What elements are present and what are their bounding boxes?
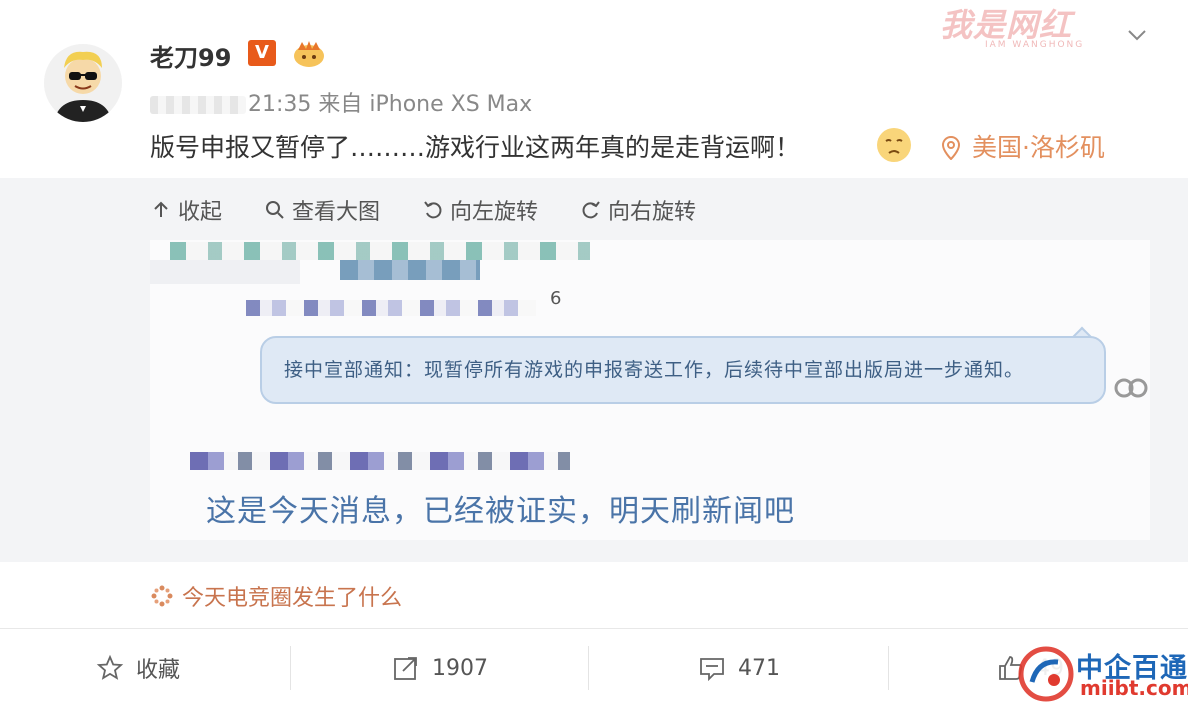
location-label: 美国·洛杉矶 — [972, 133, 1105, 162]
favorite-button[interactable]: 收藏 — [96, 648, 180, 688]
mosaic-row-1b — [340, 260, 480, 280]
rotate-left-label: 向左旋转 — [450, 200, 539, 225]
repost-count: 1907 — [432, 655, 488, 681]
action-separator — [888, 646, 889, 690]
post-time[interactable]: 21:35 — [248, 92, 311, 117]
avatar-illustration — [44, 44, 122, 122]
rotate-left-icon — [424, 201, 442, 219]
avatar[interactable] — [44, 44, 122, 122]
collapse-button[interactable]: 收起 — [150, 194, 222, 226]
mosaic-row-1 — [170, 242, 590, 260]
star-icon — [96, 654, 124, 680]
post-image[interactable]: 6 接中宣部通知：现暂停所有游戏的申报寄送工作，后续待中宣部出版局进一步通知。 … — [150, 240, 1150, 540]
mosaic-row-2 — [246, 300, 536, 316]
view-large-button[interactable]: 查看大图 — [264, 194, 380, 226]
view-large-label: 查看大图 — [292, 200, 381, 225]
corner-digit: 6 — [550, 288, 562, 309]
site-watermark-en: miibt.com — [1080, 676, 1188, 700]
topic-sparkle-icon — [151, 585, 173, 607]
divider — [0, 628, 1188, 629]
image-toolbar: 收起 查看大图 向左旋转 向右旋转 — [150, 194, 738, 226]
sad-emoji-icon — [877, 128, 911, 162]
top-watermark-sub: IAM WANGHONG — [985, 40, 1085, 50]
rotate-right-icon — [582, 201, 600, 219]
rotate-right-label: 向右旋转 — [608, 200, 697, 225]
favorite-label: 收藏 — [136, 658, 181, 683]
rotate-left-button[interactable]: 向左旋转 — [422, 194, 538, 226]
blurred-date — [150, 96, 246, 114]
author-name[interactable]: 老刀99 — [150, 38, 231, 73]
action-separator — [290, 646, 291, 690]
post-meta: 21:35 来自 iPhone XS Max — [150, 86, 532, 118]
topic-label: 今天电竞圈发生了什么 — [182, 586, 403, 611]
verified-badge-icon: V — [248, 40, 276, 66]
site-watermark-logo-icon — [1018, 646, 1074, 702]
repost-button[interactable]: 1907 — [392, 648, 488, 688]
comment-icon — [700, 658, 724, 682]
chevron-down-icon[interactable] — [1124, 22, 1150, 48]
comment-count: 471 — [738, 655, 780, 681]
link-icon — [1114, 378, 1148, 398]
collapse-icon — [154, 201, 168, 217]
repost-icon — [394, 657, 417, 680]
mosaic-row-1c — [150, 260, 300, 284]
crown-badge-icon[interactable] — [292, 40, 326, 68]
post-location[interactable]: 美国·洛杉矶 — [942, 128, 1105, 164]
chat-bubble: 接中宣部通知：现暂停所有游戏的申报寄送工作，后续待中宣部出版局进一步通知。 — [260, 336, 1106, 404]
topic-link[interactable]: 今天电竞圈发生了什么 — [150, 580, 402, 612]
action-separator — [588, 646, 589, 690]
mosaic-row-3 — [190, 452, 570, 470]
location-pin-icon — [942, 136, 960, 160]
post-source: 来自 iPhone XS Max — [318, 92, 533, 117]
comment-button[interactable]: 471 — [698, 648, 780, 688]
rotate-right-button[interactable]: 向右旋转 — [580, 194, 696, 226]
magnify-icon — [266, 201, 284, 219]
collapse-label: 收起 — [178, 200, 223, 225]
message-text: 这是今天消息，已经被证实，明天刷新闻吧 — [206, 494, 795, 529]
post-text: 版号申报又暂停了………游戏行业这两年真的是走背运啊！ — [150, 133, 801, 162]
